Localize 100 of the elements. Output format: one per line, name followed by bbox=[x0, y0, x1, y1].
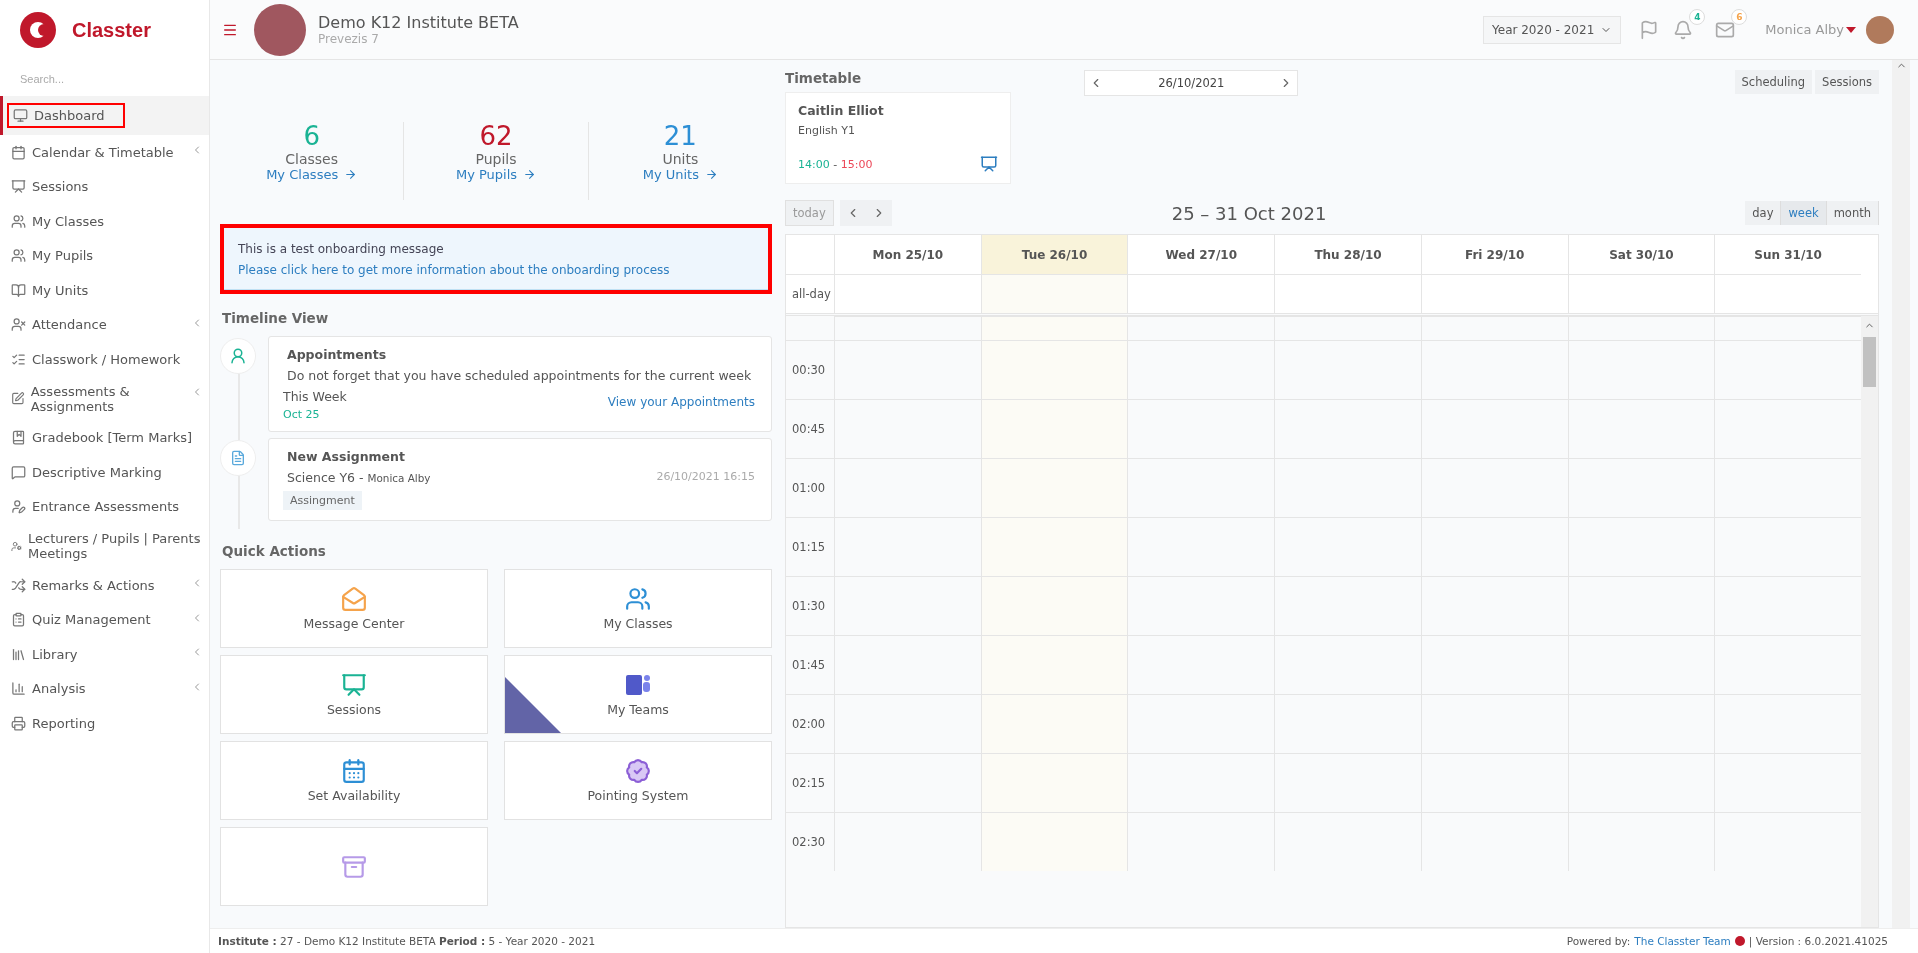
presentation-icon bbox=[980, 155, 998, 173]
onboarding-message: This is a test onboarding message bbox=[238, 242, 445, 256]
sidebar-item[interactable]: Assessments & Assignments bbox=[0, 376, 209, 421]
menu-item-icon bbox=[11, 612, 26, 628]
quick-action[interactable]: Pointing System bbox=[504, 741, 772, 820]
view-tab[interactable]: month bbox=[1826, 201, 1879, 225]
menu-item-icon bbox=[11, 646, 26, 662]
menu-item-icon bbox=[11, 248, 26, 264]
stat-label: Units bbox=[662, 150, 699, 167]
sidebar-item[interactable]: Analysis bbox=[0, 671, 209, 706]
scrollbar[interactable] bbox=[1892, 60, 1910, 928]
sidebar-item[interactable]: Lecturers / Pupils | Parents Meetings bbox=[0, 524, 209, 568]
arrow-right-icon bbox=[344, 167, 358, 181]
sidebar-item[interactable]: Dashboard bbox=[0, 96, 209, 135]
notification-count: 4 bbox=[1689, 8, 1706, 25]
time-label: 02:15 bbox=[786, 753, 834, 812]
sidebar-item[interactable]: Entrance Assessments bbox=[0, 489, 209, 524]
section-title: Timetable bbox=[785, 70, 862, 86]
sidebar-item[interactable]: Reporting bbox=[0, 706, 209, 741]
sidebar-item[interactable]: My Classes bbox=[0, 204, 209, 239]
time-label: 02:30 bbox=[786, 812, 834, 871]
quick-action[interactable] bbox=[220, 827, 488, 906]
sidebar-item[interactable]: Attendance bbox=[0, 307, 209, 342]
timetable-button[interactable]: Scheduling bbox=[1734, 70, 1813, 94]
menu-item-icon bbox=[11, 464, 26, 480]
next-icon[interactable] bbox=[865, 200, 892, 226]
sidebar-item[interactable]: Remarks & Actions bbox=[0, 568, 209, 603]
stat-link[interactable]: My Units bbox=[642, 166, 718, 182]
menu-item-icon bbox=[11, 317, 26, 333]
footer-info: Institute : 27 - Demo K12 Institute BETA Period : 5 - Year 2020 - 2021 bbox=[218, 935, 596, 947]
lecturer-name: Caitlin Elliot bbox=[798, 103, 885, 118]
sidebar-item[interactable]: Gradebook [Term Marks] bbox=[0, 420, 209, 455]
time-label: 02:00 bbox=[786, 694, 834, 753]
menu-item-icon bbox=[11, 282, 26, 298]
quick-action[interactable]: Set Availability bbox=[220, 741, 488, 820]
timetable-button[interactable]: Sessions bbox=[1815, 70, 1879, 94]
stat-value: 21 bbox=[663, 122, 697, 151]
stat-label: Pupils bbox=[475, 150, 517, 167]
view-tab[interactable]: week bbox=[1781, 201, 1827, 225]
sidebar-item[interactable]: My Units bbox=[0, 273, 209, 308]
menu-item-icon bbox=[11, 179, 26, 195]
brand-name: Classter bbox=[72, 18, 151, 42]
menu-item-icon bbox=[11, 351, 26, 367]
envelope-icon bbox=[341, 586, 367, 612]
quick-action[interactable]: Message Center bbox=[220, 569, 488, 648]
quick-action[interactable]: My Teams bbox=[504, 655, 772, 734]
user-avatar bbox=[1866, 15, 1894, 44]
time-label: 01:15 bbox=[786, 517, 834, 576]
view-tab[interactable]: day bbox=[1745, 201, 1782, 225]
timeline-text: Do not forget that you have scheduled appointments for the current week bbox=[286, 368, 753, 383]
menu-item-icon bbox=[13, 108, 28, 123]
stat-link[interactable]: My Classes bbox=[266, 166, 358, 182]
team-link[interactable]: The Classter Team bbox=[1634, 935, 1731, 947]
time-label: 01:30 bbox=[786, 576, 834, 635]
session-card[interactable]: Caitlin Elliot English Y1 14:00 - 15:00 bbox=[785, 92, 1011, 184]
message-count: 6 bbox=[1731, 8, 1748, 25]
sidebar-item[interactable]: Quiz Management bbox=[0, 602, 209, 637]
time-label: 01:45 bbox=[786, 635, 834, 694]
sidebar-item[interactable]: Classwork / Homework bbox=[0, 342, 209, 377]
sidebar-item[interactable]: Calendar & Timetable bbox=[0, 135, 209, 170]
stat-label: Classes bbox=[285, 150, 339, 167]
sidebar-item[interactable]: Sessions bbox=[0, 169, 209, 204]
logo-icon bbox=[1734, 936, 1745, 946]
stat-link[interactable]: My Pupils bbox=[455, 166, 537, 182]
menu-item-icon bbox=[11, 577, 26, 593]
quick-action[interactable]: Sessions bbox=[220, 655, 488, 734]
classroom-icon bbox=[625, 586, 651, 612]
section-title: Timeline View bbox=[222, 310, 330, 326]
time-label: 01:00 bbox=[786, 458, 834, 517]
institute-title: Demo K12 Institute BETA bbox=[318, 13, 520, 32]
date-picker[interactable]: 26/10/2021 bbox=[1084, 70, 1299, 96]
previous-icon[interactable] bbox=[839, 200, 866, 226]
arrow-right-icon bbox=[523, 167, 537, 181]
scrollbar-thumb[interactable] bbox=[1863, 337, 1876, 387]
institute-subtitle: Prevezis 7 bbox=[318, 32, 380, 46]
timeline-title: Appointments bbox=[286, 347, 388, 362]
sidebar-item[interactable]: Library bbox=[0, 637, 209, 672]
teams-icon bbox=[624, 672, 652, 698]
sidebar-item[interactable]: Descriptive Marking bbox=[0, 455, 209, 490]
search-field[interactable]: Search... bbox=[18, 72, 188, 86]
menu-item-icon bbox=[11, 144, 26, 160]
stat-value: 6 bbox=[303, 122, 320, 151]
section-title: Quick Actions bbox=[222, 543, 327, 559]
menu-item-icon bbox=[11, 715, 26, 731]
onboarding-link[interactable]: Please click here to get more information about the onboarding process bbox=[238, 263, 754, 277]
drawer-icon bbox=[341, 853, 367, 880]
institute-logo bbox=[254, 3, 306, 56]
menu-item-icon bbox=[11, 430, 26, 446]
assignment-subject: Science Y6 - Monica Alby bbox=[286, 470, 431, 485]
logo-icon bbox=[18, 10, 58, 50]
appointments-link[interactable]: View your Appointments bbox=[607, 395, 755, 409]
scrollbar[interactable] bbox=[1861, 316, 1878, 927]
assignment-date: 26/10/2021 16:15 bbox=[656, 470, 755, 483]
calendar-range: 25 – 31 Oct 2021 bbox=[1171, 202, 1328, 224]
year-dropdown[interactable]: Year 2020 - 2021 bbox=[1483, 15, 1622, 44]
stat-value: 62 bbox=[479, 122, 513, 151]
menu-item-icon bbox=[11, 499, 26, 515]
presentation-icon bbox=[341, 672, 367, 698]
quick-action[interactable]: My Classes bbox=[504, 569, 772, 648]
sidebar-item[interactable]: My Pupils bbox=[0, 238, 209, 273]
